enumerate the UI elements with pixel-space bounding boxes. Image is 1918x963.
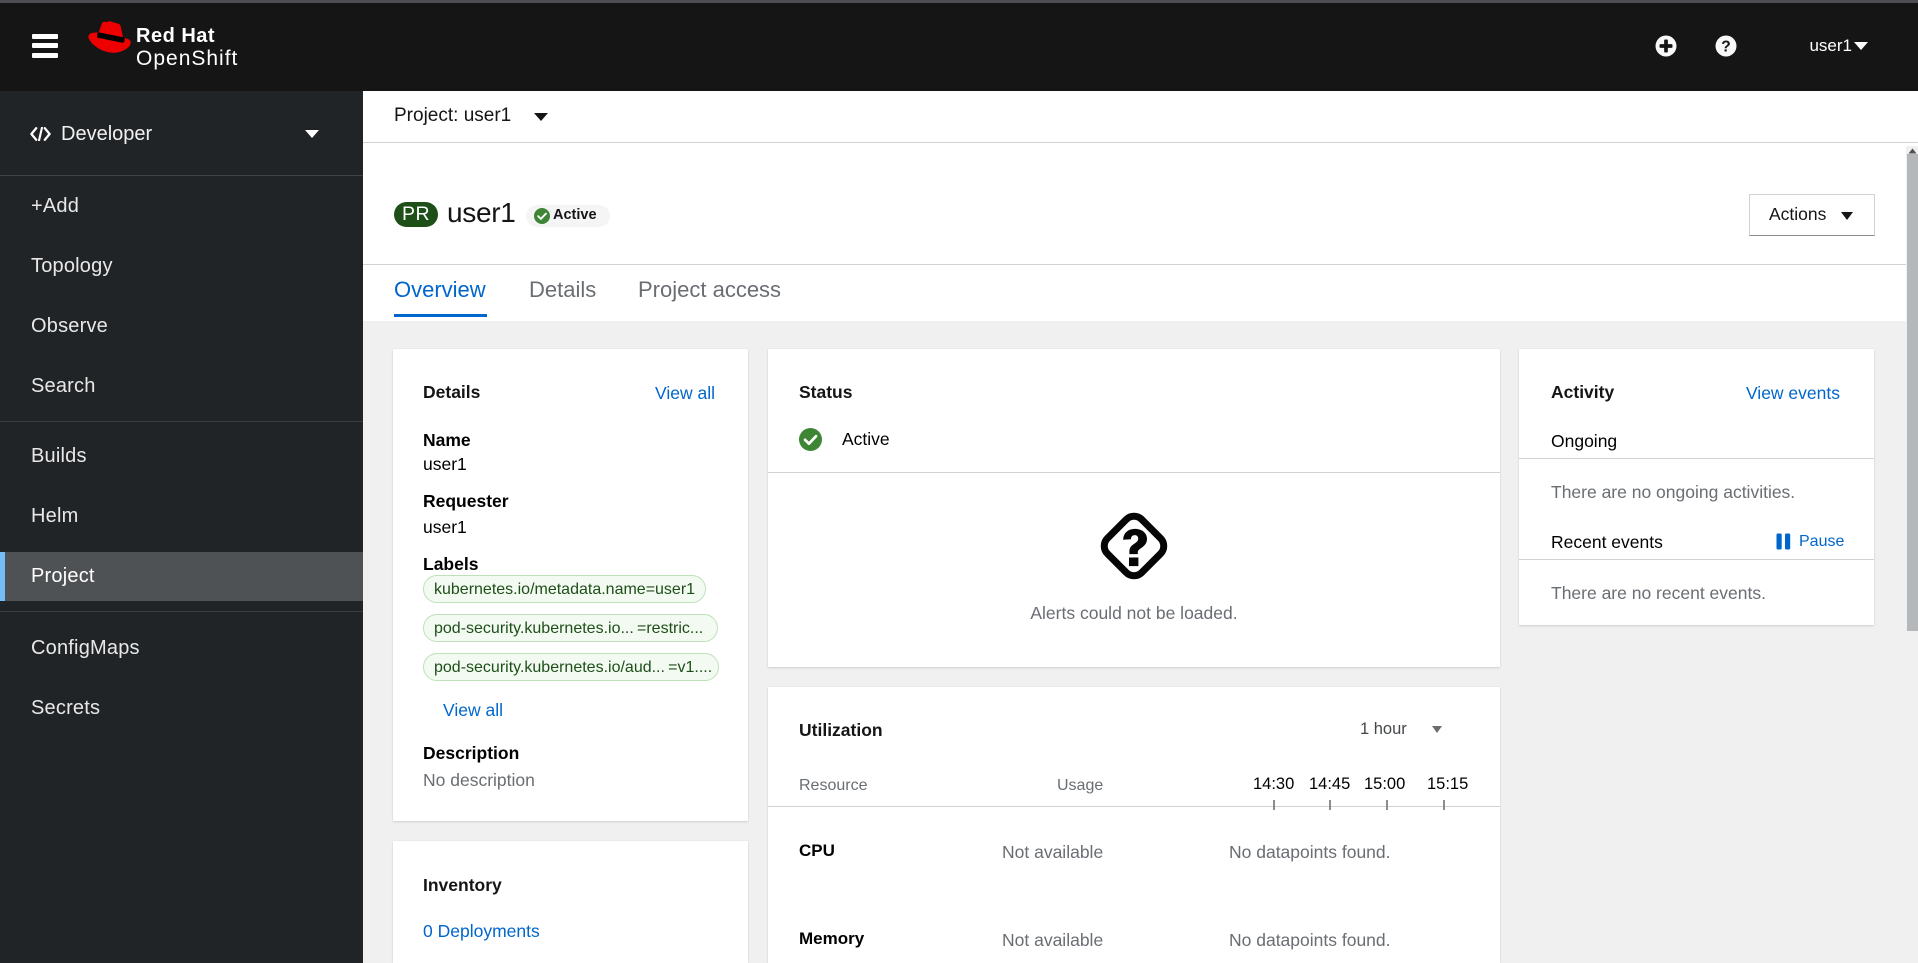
svg-text:?: ? — [1721, 39, 1730, 56]
